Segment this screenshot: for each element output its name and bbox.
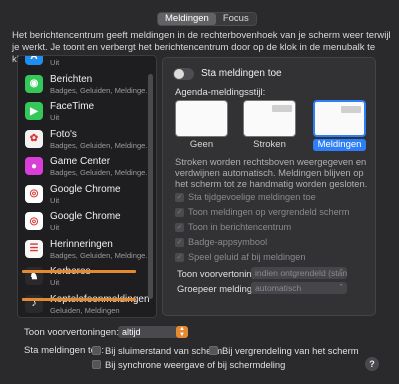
check-notification-center[interactable]: ✓ Toon in berichtencentrum — [175, 221, 291, 233]
checkbox[interactable]: ✓ — [175, 237, 184, 247]
group-notifications-label: Groepeer meldingen — [177, 283, 263, 294]
app-list-item[interactable]: ✿ Foto's Badges, Geluiden, Meldinge... — [18, 126, 152, 154]
app-status: Uit — [50, 278, 60, 287]
app-list-item[interactable]: ● Game Center Badges, Geluiden, Meldinge..… — [18, 153, 152, 181]
help-button[interactable]: ? — [365, 357, 379, 371]
app-list-item[interactable]: ◉ Berichten Badges, Geluiden, Meldinge... — [18, 71, 152, 99]
banner-shape — [272, 105, 292, 112]
checkbox[interactable]: ✓ — [175, 222, 184, 232]
app-list-item[interactable]: ☰ Herinneringen Badges, Geluiden, Meldinge… — [18, 236, 152, 264]
group-notifications-select[interactable]: automatisch ⌃ — [251, 282, 347, 294]
app-status: Uit — [50, 195, 60, 205]
check-badge[interactable]: ✓ Badge-appsymbool — [175, 236, 267, 248]
show-previews-select[interactable]: indien ontgrendeld (stand... ⌃ — [251, 267, 347, 279]
toggle-knob — [174, 69, 184, 79]
checkbox[interactable]: ✓ — [175, 252, 184, 262]
chrome-icon: ◎ — [25, 212, 43, 230]
app-status: Geluiden, Meldingen — [50, 305, 120, 315]
check-label: Speel geluid af bij meldingen — [188, 252, 306, 262]
style-alerts-label: Meldingen — [313, 139, 366, 151]
select-value: automatisch — [255, 283, 302, 293]
app-list-item[interactable]: ◎ Google Chrome Uit — [18, 181, 146, 209]
show-previews-label: Toon voorvertoning — [177, 268, 257, 279]
app-status: Badges, Geluiden, Meldinge... — [50, 140, 152, 150]
tab-bar: Meldingen Focus — [157, 12, 257, 26]
app-store-icon: A — [25, 56, 43, 65]
checkbox[interactable] — [92, 359, 101, 369]
highlight-line-bottom — [22, 298, 136, 301]
style-alerts-preview[interactable] — [313, 100, 366, 137]
app-name: App Store — [50, 56, 94, 57]
app-status: Badges, Geluiden, Meldinge... — [50, 168, 152, 177]
app-list-item[interactable]: A App StoreUit — [18, 56, 146, 71]
app-status: Uit — [50, 58, 60, 67]
style-none-preview[interactable] — [175, 100, 228, 137]
app-list[interactable]: AApp StoreUit◉BerichtenBadges, Geluiden,… — [17, 55, 157, 318]
app-name: Google Chrome — [50, 211, 121, 222]
allow-notifications-label: Sta meldingen toe — [201, 68, 282, 79]
alert-style-label: Agenda-meldingsstijl: — [175, 87, 266, 98]
app-name: Game Center — [50, 156, 111, 167]
checkbox[interactable]: ✓ — [175, 192, 184, 202]
option-display-sleep[interactable]: Bij sluimerstand van scherm — [92, 344, 222, 356]
option-mirroring[interactable]: Bij synchrone weergave of bij schermdeli… — [92, 358, 285, 370]
highlight-line-top — [22, 270, 136, 273]
tab-meldingen[interactable]: Meldingen — [158, 13, 216, 25]
check-label: Badge-appsymbool — [188, 237, 268, 247]
option-label: Bij sluimerstand van scherm — [105, 344, 223, 356]
banner-shape — [341, 106, 361, 113]
reminders-icon: ☰ — [25, 239, 43, 258]
app-status: Badges, Geluiden, Meldinge... — [50, 85, 152, 95]
check-label: Toon in berichtencentrum — [188, 222, 292, 232]
select-value: indien ontgrendeld (stand... — [255, 268, 347, 278]
select-value: altijd — [122, 327, 141, 337]
style-banners-label: Stroken — [253, 139, 286, 150]
app-list-scrollbar[interactable] — [148, 74, 153, 299]
app-name: FaceTime — [50, 101, 95, 112]
app-name: Herinneringen — [50, 238, 113, 250]
show-previews-global-label: Toon voorvertoningen: — [24, 327, 119, 338]
option-label: Bij vergrendeling van het scherm — [222, 344, 359, 356]
checkbox[interactable]: ✓ — [175, 207, 184, 217]
show-previews-global-select[interactable]: altijd ▲ ▼ — [118, 326, 188, 338]
style-none-label: Geen — [189, 139, 214, 150]
check-label: Toon meldingen op vergrendeld scherm — [188, 207, 350, 217]
app-list-item[interactable]: ▶ FaceTime Uit — [18, 98, 146, 126]
style-banners-preview[interactable] — [243, 100, 296, 137]
chrome-icon: ◎ — [25, 184, 43, 203]
allow-notifications-toggle[interactable] — [173, 68, 194, 80]
check-sound[interactable]: ✓ Speel geluid af bij meldingen — [175, 251, 305, 263]
app-name: Berichten — [50, 73, 93, 85]
game-center-icon: ● — [25, 157, 43, 175]
chevron-updown-icon: ▲ ▼ — [176, 326, 188, 338]
app-list-item[interactable]: ◎ Google Chrome Uit — [18, 208, 146, 236]
app-status: Uit — [50, 223, 60, 232]
check-lock-screen[interactable]: ✓ Toon meldingen op vergrendeld scherm — [175, 206, 349, 218]
app-list-item[interactable]: ♞KerberosUit — [18, 263, 146, 291]
option-screen-locked[interactable]: Bij vergrendeling van het scherm — [209, 344, 359, 356]
app-status: Uit — [50, 113, 60, 122]
app-name: Google Chrome — [50, 183, 121, 195]
check-time-sensitive[interactable]: ✓ Sta tijdgevoelige meldingen toe — [175, 191, 316, 203]
check-label: Sta tijdgevoelige meldingen toe — [188, 192, 316, 202]
photos-icon: ✿ — [25, 129, 43, 148]
facetime-icon: ▶ — [25, 102, 43, 120]
style-explanation: Stroken worden rechtsboven weergegeven e… — [175, 156, 368, 189]
chevron-updown-icon: ⌃ — [338, 284, 344, 291]
app-status: Badges, Geluiden, Meldinge... — [50, 250, 152, 260]
checkbox[interactable] — [92, 345, 101, 355]
tab-focus[interactable]: Focus — [216, 13, 256, 25]
chevron-updown-icon: ⌃ — [338, 269, 344, 276]
app-list-item[interactable]: ♪KoptelefoonmeldingenGeluiden, Meldingen — [18, 291, 150, 318]
messages-icon: ◉ — [25, 74, 43, 93]
option-label: Bij synchrone weergave of bij schermdeli… — [105, 358, 286, 370]
app-name: Foto's — [50, 128, 77, 140]
detail-panel: Sta meldingen toe Agenda-meldingsstijl: … — [162, 57, 376, 316]
checkbox[interactable] — [209, 345, 218, 355]
